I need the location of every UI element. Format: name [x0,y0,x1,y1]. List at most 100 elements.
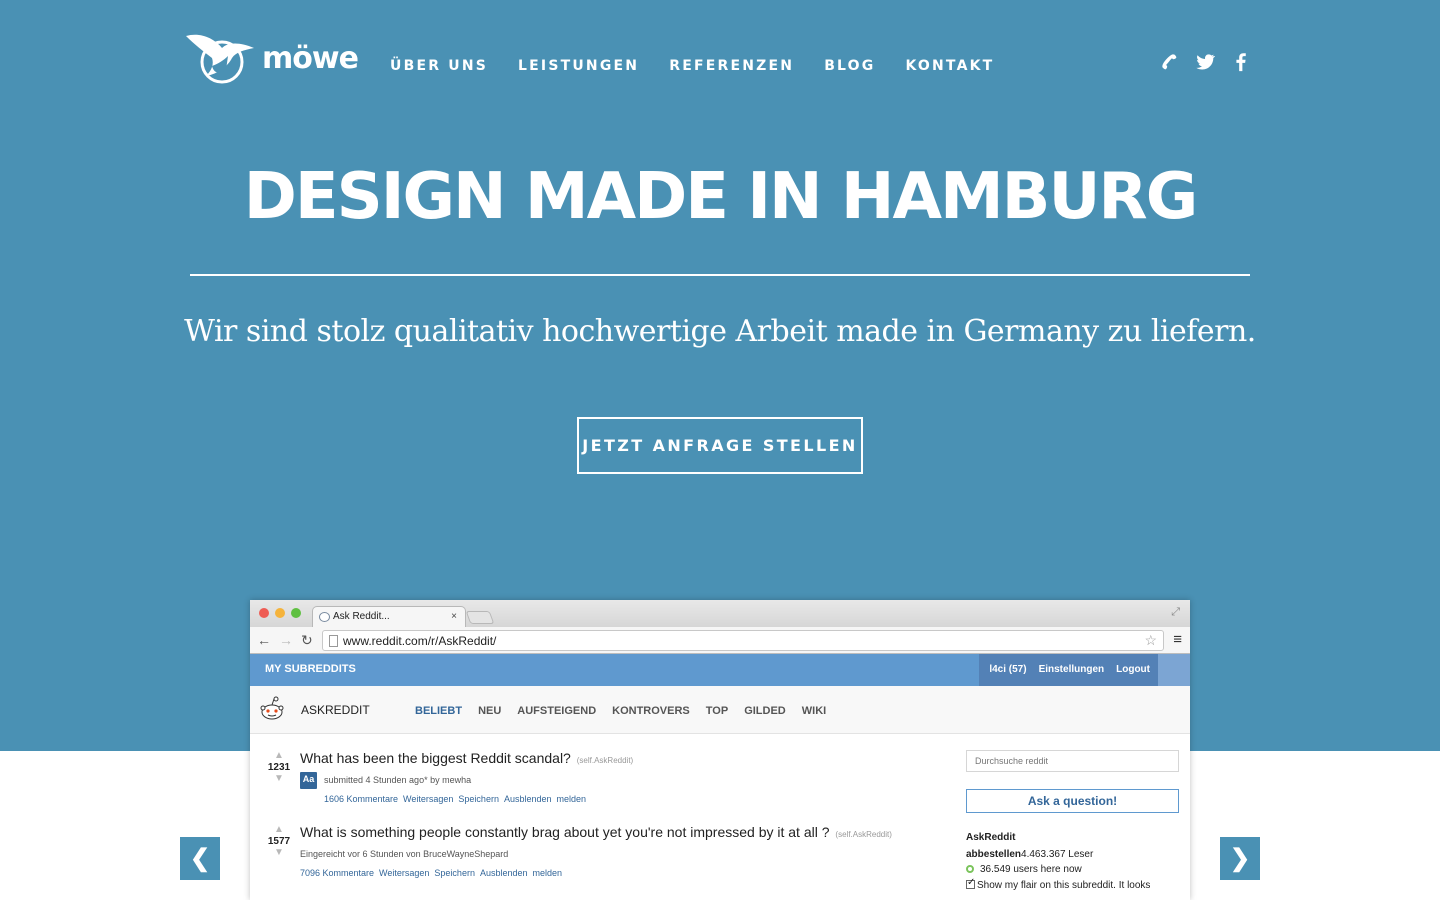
phone-icon[interactable] [1158,50,1180,74]
logout-link[interactable]: Logout [1116,664,1150,686]
post-title-text[interactable]: What has been the biggest Reddit scandal… [300,750,571,766]
reddit-alien-icon[interactable] [260,696,284,722]
browser-tabbar: Ask Reddit... × ⤢ [250,600,1190,628]
post-meta: submitted 4 Stunden ago* by mewha [324,775,472,785]
downvote-icon[interactable]: ▼ [264,847,294,859]
online-info: 36.549 users here now [966,864,1082,875]
settings-link[interactable]: Einstellungen [1039,664,1105,686]
subreddit-tabs: BELIEBT NEU AUFSTEIGEND KONTROVERS TOP G… [415,705,826,717]
minimize-dot[interactable] [275,608,285,618]
menu-icon[interactable]: ≡ [1173,631,1182,648]
upvote-icon[interactable]: ▲ [264,824,294,836]
post-score: 1231 [267,762,291,773]
post-links: 1606 Kommentare Weitersagen Speichern Au… [324,794,586,804]
save-link[interactable]: Speichern [458,794,499,804]
tab-aufsteigend[interactable]: AUFSTEIGEND [517,705,596,717]
forward-icon[interactable]: → [279,632,293,648]
report-link[interactable]: melden [557,794,587,804]
flair-label: Show my flair on this subreddit. It look… [977,880,1151,891]
post-title-text[interactable]: What is something people constantly brag… [300,824,830,840]
flair-checkbox[interactable] [966,877,975,889]
save-link[interactable]: Speichern [434,868,475,878]
tab-kontrovers[interactable]: KONTROVERS [612,705,690,717]
reload-icon[interactable]: ↻ [301,632,313,648]
flair-option: Show my flair on this subreddit. It look… [966,877,1151,891]
online-count: 36.549 users here now [980,864,1082,875]
hero-subline: Wir sind stolz qualitativ hochwertige Ar… [184,314,1256,349]
user-area: l4ci (57) Einstellungen Logout [979,654,1158,686]
url-text: www.reddit.com/r/AskReddit/ [343,634,497,648]
fullscreen-icon[interactable]: ⤢ [1171,606,1180,619]
twitter-icon[interactable] [1194,50,1216,74]
post-domain[interactable]: (self.AskReddit) [835,830,891,839]
subreddit-name[interactable]: ASKREDDIT [301,703,370,717]
reddit-favicon-icon [319,612,330,622]
close-dot[interactable] [259,608,269,618]
seagull-logo-icon [186,34,254,84]
tab-beliebt[interactable]: BELIEBT [415,705,462,717]
reddit-search-input[interactable]: Durchsuche reddit [966,750,1179,772]
reddit-header: ASKREDDIT BELIEBT NEU AUFSTEIGEND KONTRO… [250,686,1190,734]
post-links: 7096 Kommentare Weitersagen Speichern Au… [300,868,562,878]
vote-box: ▲ 1231 ▼ [264,750,294,785]
hero-headline: DESIGN MADE IN HAMBURG [243,160,1198,234]
browser-screenshot: Ask Reddit... × ⤢ ← → ↻ www.reddit.com/r… [250,600,1190,900]
upvote-icon[interactable]: ▲ [264,750,294,762]
tab-title: Ask Reddit... [333,611,390,622]
back-icon[interactable]: ← [257,632,271,648]
brand-logo[interactable]: möwe [184,30,359,86]
tab-close-icon[interactable]: × [451,611,457,622]
nav-buttons: ← → ↻ [257,632,313,648]
share-link[interactable]: Weitersagen [379,868,429,878]
downvote-icon[interactable]: ▼ [264,773,294,785]
nav-item-kontakt[interactable]: KONTAKT [905,58,994,74]
online-dot-icon [966,865,974,873]
reader-count: 4.463.367 Leser [1021,849,1094,860]
post-score: 1577 [267,836,291,847]
zoom-dot[interactable] [291,608,301,618]
facebook-icon[interactable] [1230,50,1252,74]
tab-gilded[interactable]: GILDED [744,705,786,717]
tab-wiki[interactable]: WIKI [802,705,826,717]
tab-top[interactable]: TOP [706,705,728,717]
subscribe-info: abbestellen4.463.367 Leser [966,849,1093,860]
report-link[interactable]: melden [533,868,563,878]
unsubscribe-button[interactable]: abbestellen [966,849,1021,860]
post-meta: Eingereicht vor 6 Stunden von BruceWayne… [300,849,509,859]
user-area-edge [1158,654,1190,686]
comments-link[interactable]: 1606 Kommentare [324,794,398,804]
post-domain[interactable]: (self.AskReddit) [577,756,633,765]
main-nav: ÜBER UNS LEISTUNGEN REFERENZEN BLOG KONT… [390,58,1024,74]
post-title[interactable]: What is something people constantly brag… [300,824,892,840]
slider-prev-button[interactable]: ❮ [180,837,220,880]
nav-item-referenzen[interactable]: REFERENZEN [669,58,794,74]
hide-link[interactable]: Ausblenden [480,868,528,878]
browser-tab[interactable]: Ask Reddit... × [312,606,466,628]
nav-item-ueber-uns[interactable]: ÜBER UNS [390,58,488,74]
ask-question-button[interactable]: Ask a question! [966,789,1179,813]
post-title[interactable]: What has been the biggest Reddit scandal… [300,750,633,766]
vote-box: ▲ 1577 ▼ [264,824,294,859]
post-thumbnail[interactable]: Aa [300,772,317,789]
nav-item-blog[interactable]: BLOG [824,58,875,74]
brand-name: möwe [262,40,359,76]
tab-neu[interactable]: NEU [478,705,501,717]
hide-link[interactable]: Ausblenden [504,794,552,804]
window-controls [259,608,301,618]
comments-link[interactable]: 7096 Kommentare [300,868,374,878]
browser-toolbar: ← → ↻ www.reddit.com/r/AskReddit/ ☆ ≡ [250,627,1190,654]
page-icon [329,635,338,647]
new-tab-button[interactable] [465,611,495,624]
address-bar[interactable]: www.reddit.com/r/AskReddit/ ☆ [322,630,1164,651]
nav-item-leistungen[interactable]: LEISTUNGEN [518,58,639,74]
hero-divider [190,274,1250,276]
bookmark-star-icon[interactable]: ☆ [1144,632,1157,649]
sidebar-title[interactable]: AskReddit [966,832,1015,843]
my-subreddits[interactable]: MY SUBREDDITS [265,663,356,675]
username-link[interactable]: l4ci (57) [989,664,1026,686]
share-link[interactable]: Weitersagen [403,794,453,804]
reddit-topbar: MY SUBREDDITS l4ci (57) Einstellungen Lo… [250,654,1190,686]
cta-button[interactable]: JETZT ANFRAGE STELLEN [577,417,863,474]
social-links [1158,50,1252,74]
slider-next-button[interactable]: ❯ [1220,837,1260,880]
